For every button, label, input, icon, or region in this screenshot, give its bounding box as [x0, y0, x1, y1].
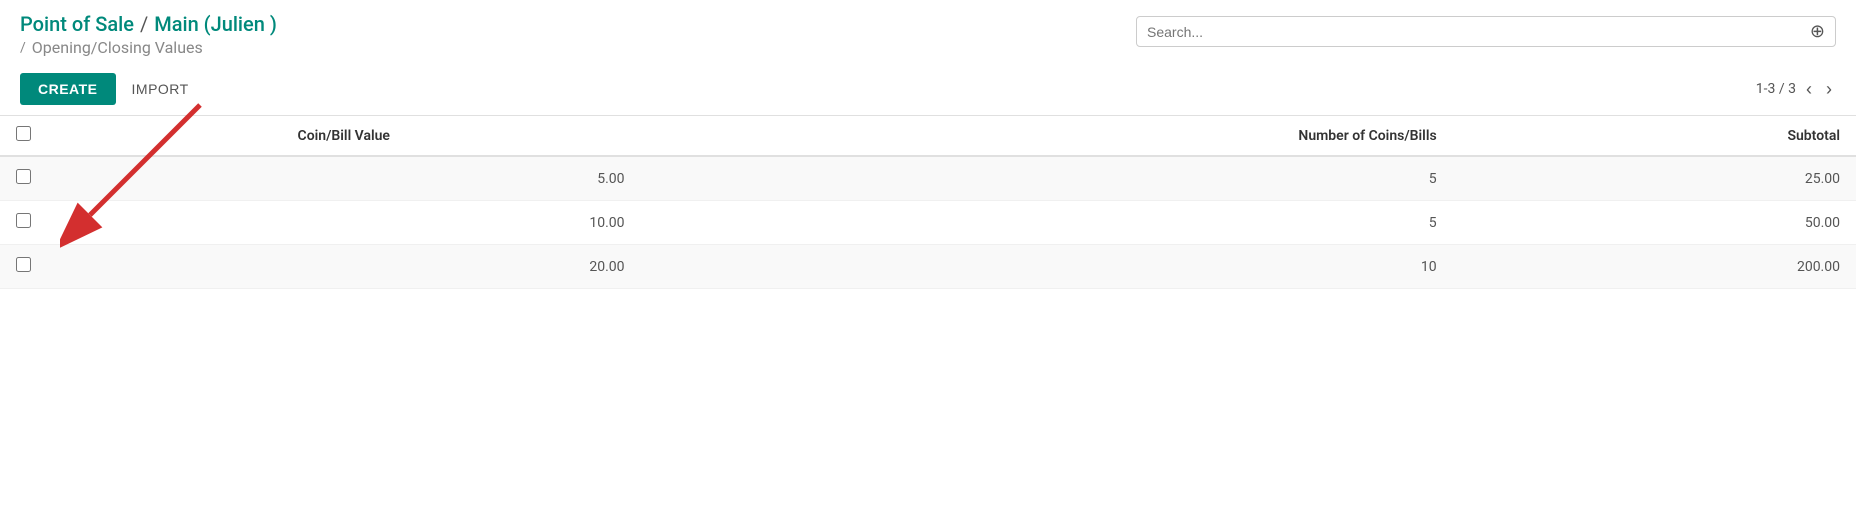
breadcrumb-line1: Point of Sale / Main (Julien )	[20, 12, 277, 36]
table-body: 5.00525.0010.00550.0020.0010200.00	[0, 156, 1856, 289]
search-bar: ⊕	[1136, 16, 1836, 47]
row-coin-bill-value: 10.00	[47, 201, 641, 245]
data-table: Coin/Bill Value Number of Coins/Bills Su…	[0, 116, 1856, 289]
row-checkbox-cell	[0, 201, 47, 245]
breadcrumb-sep1: /	[140, 12, 148, 36]
breadcrumb-pos-link[interactable]: Point of Sale	[20, 12, 134, 36]
row-checkbox[interactable]	[16, 257, 31, 272]
row-coin-bill-value: 5.00	[47, 156, 641, 201]
search-icon[interactable]: ⊕	[1810, 21, 1825, 42]
row-number-coins: 5	[641, 156, 1453, 201]
toolbar-left: CREATE IMPORT	[20, 73, 195, 105]
create-button[interactable]: CREATE	[20, 73, 116, 105]
header-coin-bill-value: Coin/Bill Value	[47, 116, 641, 156]
row-checkbox[interactable]	[16, 169, 31, 184]
pagination-prev-button[interactable]: ‹	[1802, 77, 1816, 102]
table-header-row: Coin/Bill Value Number of Coins/Bills Su…	[0, 116, 1856, 156]
row-checkbox-cell	[0, 245, 47, 289]
table-row: 20.0010200.00	[0, 245, 1856, 289]
row-coin-bill-value: 20.00	[47, 245, 641, 289]
row-checkbox-cell	[0, 156, 47, 201]
row-subtotal: 25.00	[1453, 156, 1856, 201]
header-subtotal: Subtotal	[1453, 116, 1856, 156]
breadcrumb: Point of Sale / Main (Julien ) / Opening…	[20, 12, 277, 57]
header-checkbox-cell	[0, 116, 47, 156]
row-subtotal: 50.00	[1453, 201, 1856, 245]
pagination: 1-3 / 3 ‹ ›	[1756, 77, 1836, 102]
search-input[interactable]	[1147, 24, 1810, 40]
row-number-coins: 5	[641, 201, 1453, 245]
row-number-coins: 10	[641, 245, 1453, 289]
table-row: 10.00550.00	[0, 201, 1856, 245]
header-number-coins: Number of Coins/Bills	[641, 116, 1453, 156]
select-all-checkbox[interactable]	[16, 126, 31, 141]
breadcrumb-sep2: /	[20, 40, 26, 56]
breadcrumb-line2: / Opening/Closing Values	[20, 38, 277, 57]
breadcrumb-sub-label: Opening/Closing Values	[32, 38, 203, 57]
page-wrapper: Point of Sale / Main (Julien ) / Opening…	[0, 0, 1856, 289]
row-subtotal: 200.00	[1453, 245, 1856, 289]
import-button[interactable]: IMPORT	[126, 73, 195, 105]
table-row: 5.00525.00	[0, 156, 1856, 201]
row-checkbox[interactable]	[16, 213, 31, 228]
toolbar: CREATE IMPORT 1-3 / 3 ‹ ›	[0, 63, 1856, 116]
breadcrumb-main-label: Main (Julien )	[154, 12, 277, 36]
pagination-next-button[interactable]: ›	[1822, 77, 1836, 102]
pagination-info: 1-3 / 3	[1756, 81, 1796, 97]
header: Point of Sale / Main (Julien ) / Opening…	[0, 0, 1856, 63]
